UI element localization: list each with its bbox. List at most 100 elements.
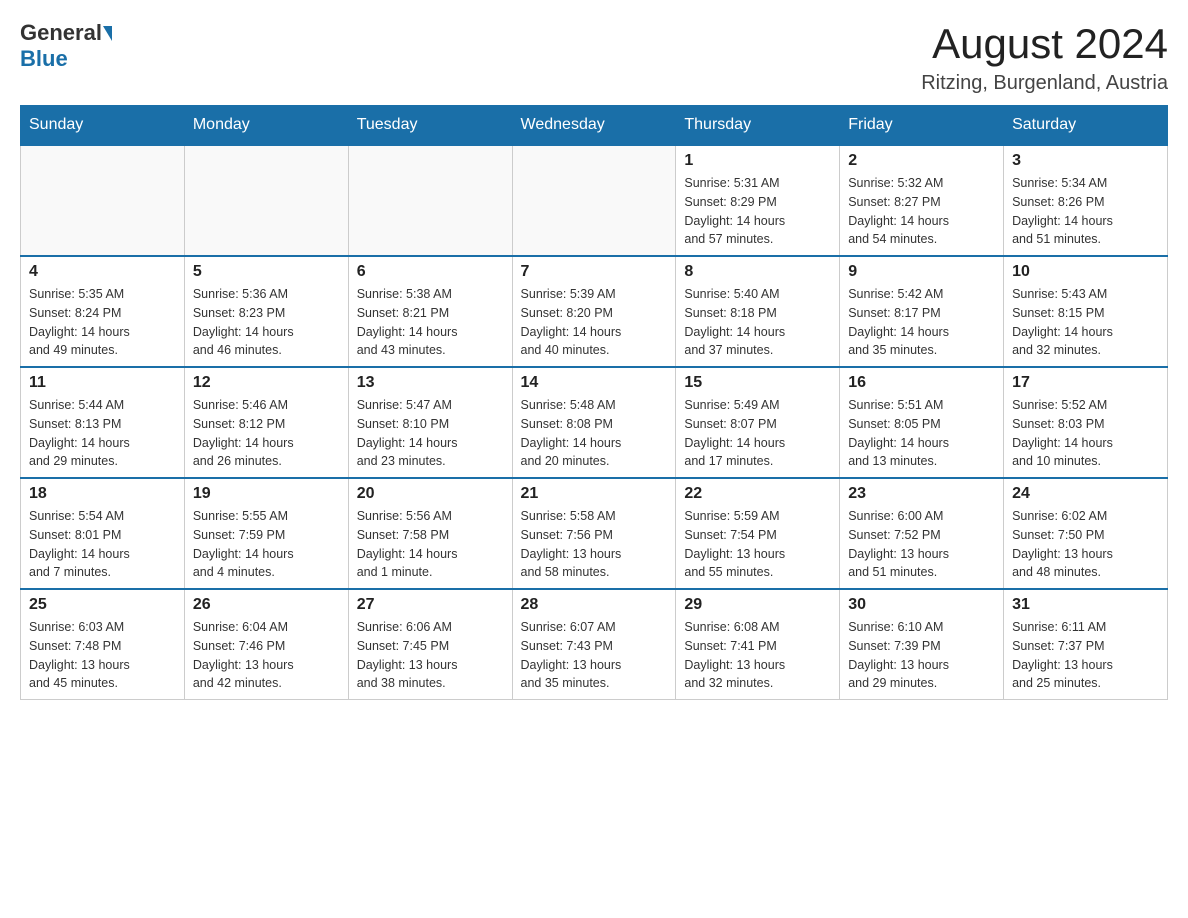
day-info: Sunrise: 5:58 AM Sunset: 7:56 PM Dayligh…: [521, 507, 668, 582]
calendar-cell: 6 Sunrise: 5:38 AM Sunset: 8:21 PM Daylig…: [348, 256, 512, 367]
calendar-cell: 14 Sunrise: 5:48 AM Sunset: 8:08 PM Dayli…: [512, 367, 676, 478]
day-number: 24: [1012, 485, 1159, 503]
calendar-week-4: 18 Sunrise: 5:54 AM Sunset: 8:01 PM Dayli…: [21, 478, 1168, 589]
calendar-cell: 30 Sunrise: 6:10 AM Sunset: 7:39 PM Dayli…: [840, 589, 1004, 700]
day-number: 28: [521, 596, 668, 614]
day-number: 5: [193, 263, 340, 281]
day-info: Sunrise: 5:46 AM Sunset: 8:12 PM Dayligh…: [193, 396, 340, 471]
calendar-cell: 2 Sunrise: 5:32 AM Sunset: 8:27 PM Daylig…: [840, 145, 1004, 256]
calendar-cell: 18 Sunrise: 5:54 AM Sunset: 8:01 PM Dayli…: [21, 478, 185, 589]
day-number: 30: [848, 596, 995, 614]
day-info: Sunrise: 6:02 AM Sunset: 7:50 PM Dayligh…: [1012, 507, 1159, 582]
day-number: 13: [357, 374, 504, 392]
day-number: 9: [848, 263, 995, 281]
day-number: 11: [29, 374, 176, 392]
calendar-cell: 28 Sunrise: 6:07 AM Sunset: 7:43 PM Dayli…: [512, 589, 676, 700]
day-info: Sunrise: 5:38 AM Sunset: 8:21 PM Dayligh…: [357, 285, 504, 360]
day-number: 20: [357, 485, 504, 503]
day-info: Sunrise: 5:34 AM Sunset: 8:26 PM Dayligh…: [1012, 174, 1159, 249]
weekday-header-tuesday: Tuesday: [348, 106, 512, 146]
day-info: Sunrise: 5:49 AM Sunset: 8:07 PM Dayligh…: [684, 396, 831, 471]
day-number: 31: [1012, 596, 1159, 614]
month-year-title: August 2024: [921, 20, 1168, 68]
day-number: 14: [521, 374, 668, 392]
calendar-cell: 19Sunrise: 5:55 AM Sunset: 7:59 PM Dayli…: [184, 478, 348, 589]
day-info: Sunrise: 5:42 AM Sunset: 8:17 PM Dayligh…: [848, 285, 995, 360]
calendar-cell: 31Sunrise: 6:11 AM Sunset: 7:37 PM Dayli…: [1004, 589, 1168, 700]
day-info: Sunrise: 5:40 AM Sunset: 8:18 PM Dayligh…: [684, 285, 831, 360]
day-number: 12: [193, 374, 340, 392]
weekday-header-wednesday: Wednesday: [512, 106, 676, 146]
logo-blue-text: Blue: [20, 46, 68, 71]
day-info: Sunrise: 6:07 AM Sunset: 7:43 PM Dayligh…: [521, 618, 668, 693]
day-number: 27: [357, 596, 504, 614]
logo-general-text: General: [20, 20, 102, 46]
calendar-cell: 3 Sunrise: 5:34 AM Sunset: 8:26 PM Daylig…: [1004, 145, 1168, 256]
calendar-cell: [184, 145, 348, 256]
page-header: General Blue August 2024 Ritzing, Burgen…: [20, 20, 1168, 95]
day-info: Sunrise: 5:36 AM Sunset: 8:23 PM Dayligh…: [193, 285, 340, 360]
weekday-header-saturday: Saturday: [1004, 106, 1168, 146]
day-info: Sunrise: 5:48 AM Sunset: 8:08 PM Dayligh…: [521, 396, 668, 471]
day-info: Sunrise: 6:06 AM Sunset: 7:45 PM Dayligh…: [357, 618, 504, 693]
day-number: 25: [29, 596, 176, 614]
day-number: 3: [1012, 152, 1159, 170]
calendar-cell: 25 Sunrise: 6:03 AM Sunset: 7:48 PM Dayli…: [21, 589, 185, 700]
day-number: 17: [1012, 374, 1159, 392]
title-area: August 2024 Ritzing, Burgenland, Austria: [921, 20, 1168, 95]
day-info: Sunrise: 5:44 AM Sunset: 8:13 PM Dayligh…: [29, 396, 176, 471]
day-info: Sunrise: 5:52 AM Sunset: 8:03 PM Dayligh…: [1012, 396, 1159, 471]
calendar-cell: 13Sunrise: 5:47 AM Sunset: 8:10 PM Dayli…: [348, 367, 512, 478]
logo-triangle-icon: [103, 26, 112, 41]
calendar-cell: 20Sunrise: 5:56 AM Sunset: 7:58 PM Dayli…: [348, 478, 512, 589]
calendar-cell: 24 Sunrise: 6:02 AM Sunset: 7:50 PM Dayli…: [1004, 478, 1168, 589]
day-number: 29: [684, 596, 831, 614]
calendar-cell: 8 Sunrise: 5:40 AM Sunset: 8:18 PM Daylig…: [676, 256, 840, 367]
calendar-header-row: SundayMondayTuesdayWednesdayThursdayFrid…: [21, 106, 1168, 146]
day-info: Sunrise: 6:04 AM Sunset: 7:46 PM Dayligh…: [193, 618, 340, 693]
calendar-cell: 16Sunrise: 5:51 AM Sunset: 8:05 PM Dayli…: [840, 367, 1004, 478]
calendar-cell: 1 Sunrise: 5:31 AM Sunset: 8:29 PM Daylig…: [676, 145, 840, 256]
day-info: Sunrise: 5:59 AM Sunset: 7:54 PM Dayligh…: [684, 507, 831, 582]
calendar-cell: 29 Sunrise: 6:08 AM Sunset: 7:41 PM Dayli…: [676, 589, 840, 700]
day-info: Sunrise: 6:00 AM Sunset: 7:52 PM Dayligh…: [848, 507, 995, 582]
calendar-cell: 9 Sunrise: 5:42 AM Sunset: 8:17 PM Daylig…: [840, 256, 1004, 367]
calendar-cell: 22 Sunrise: 5:59 AM Sunset: 7:54 PM Dayli…: [676, 478, 840, 589]
day-info: Sunrise: 5:54 AM Sunset: 8:01 PM Dayligh…: [29, 507, 176, 582]
calendar-week-2: 4Sunrise: 5:35 AM Sunset: 8:24 PM Daylig…: [21, 256, 1168, 367]
day-number: 6: [357, 263, 504, 281]
weekday-header-sunday: Sunday: [21, 106, 185, 146]
day-number: 7: [521, 263, 668, 281]
calendar-cell: 10Sunrise: 5:43 AM Sunset: 8:15 PM Dayli…: [1004, 256, 1168, 367]
day-number: 4: [29, 263, 176, 281]
calendar-cell: 11 Sunrise: 5:44 AM Sunset: 8:13 PM Dayli…: [21, 367, 185, 478]
day-number: 8: [684, 263, 831, 281]
day-info: Sunrise: 6:08 AM Sunset: 7:41 PM Dayligh…: [684, 618, 831, 693]
calendar-table: SundayMondayTuesdayWednesdayThursdayFrid…: [20, 105, 1168, 700]
calendar-week-1: 1 Sunrise: 5:31 AM Sunset: 8:29 PM Daylig…: [21, 145, 1168, 256]
calendar-cell: 27 Sunrise: 6:06 AM Sunset: 7:45 PM Dayli…: [348, 589, 512, 700]
day-number: 21: [521, 485, 668, 503]
calendar-cell: 4Sunrise: 5:35 AM Sunset: 8:24 PM Daylig…: [21, 256, 185, 367]
day-info: Sunrise: 5:43 AM Sunset: 8:15 PM Dayligh…: [1012, 285, 1159, 360]
day-number: 1: [684, 152, 831, 170]
day-number: 2: [848, 152, 995, 170]
logo: General Blue: [20, 20, 112, 72]
day-info: Sunrise: 5:32 AM Sunset: 8:27 PM Dayligh…: [848, 174, 995, 249]
day-info: Sunrise: 6:03 AM Sunset: 7:48 PM Dayligh…: [29, 618, 176, 693]
location-subtitle: Ritzing, Burgenland, Austria: [921, 72, 1168, 95]
calendar-cell: 5 Sunrise: 5:36 AM Sunset: 8:23 PM Daylig…: [184, 256, 348, 367]
day-number: 22: [684, 485, 831, 503]
calendar-week-3: 11 Sunrise: 5:44 AM Sunset: 8:13 PM Dayli…: [21, 367, 1168, 478]
day-number: 23: [848, 485, 995, 503]
calendar-cell: 26Sunrise: 6:04 AM Sunset: 7:46 PM Dayli…: [184, 589, 348, 700]
day-number: 18: [29, 485, 176, 503]
day-info: Sunrise: 5:31 AM Sunset: 8:29 PM Dayligh…: [684, 174, 831, 249]
calendar-cell: 23 Sunrise: 6:00 AM Sunset: 7:52 PM Dayli…: [840, 478, 1004, 589]
calendar-week-5: 25 Sunrise: 6:03 AM Sunset: 7:48 PM Dayli…: [21, 589, 1168, 700]
day-info: Sunrise: 5:55 AM Sunset: 7:59 PM Dayligh…: [193, 507, 340, 582]
day-info: Sunrise: 6:10 AM Sunset: 7:39 PM Dayligh…: [848, 618, 995, 693]
calendar-cell: 15Sunrise: 5:49 AM Sunset: 8:07 PM Dayli…: [676, 367, 840, 478]
weekday-header-thursday: Thursday: [676, 106, 840, 146]
weekday-header-monday: Monday: [184, 106, 348, 146]
